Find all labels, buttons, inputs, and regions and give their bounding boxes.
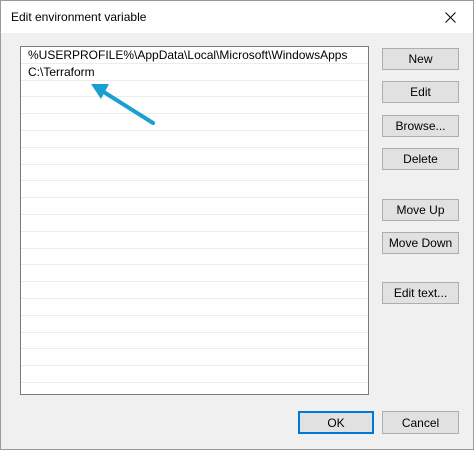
delete-button[interactable]: Delete: [382, 148, 459, 170]
move-down-button[interactable]: Move Down: [382, 232, 459, 254]
list-item-text: C:\Terraform: [28, 64, 95, 79]
empty-list-row: [21, 81, 368, 98]
empty-list-row: [21, 165, 368, 182]
path-entries-list[interactable]: %USERPROFILE%\AppData\Local\Microsoft\Wi…: [20, 46, 369, 395]
ok-button[interactable]: OK: [298, 411, 374, 434]
empty-list-row: [21, 316, 368, 333]
close-button[interactable]: [427, 1, 473, 33]
edit-environment-variable-dialog: Edit environment variable %USERPROFILE%\…: [0, 0, 474, 450]
list-item[interactable]: %USERPROFILE%\AppData\Local\Microsoft\Wi…: [21, 47, 368, 64]
cancel-button[interactable]: Cancel: [382, 411, 459, 434]
empty-list-row: [21, 333, 368, 350]
edit-button[interactable]: Edit: [382, 81, 459, 103]
empty-list-row: [21, 215, 368, 232]
empty-list-row: [21, 265, 368, 283]
empty-list-row: [21, 232, 368, 249]
empty-list-row: [21, 299, 368, 316]
move-up-button[interactable]: Move Up: [382, 199, 459, 221]
title-bar: Edit environment variable: [1, 1, 473, 33]
empty-list-row: [21, 97, 368, 115]
empty-list-row: [21, 181, 368, 199]
new-button[interactable]: New: [382, 48, 459, 70]
list-item-text: %USERPROFILE%\AppData\Local\Microsoft\Wi…: [28, 48, 348, 62]
empty-list-row: [21, 282, 368, 299]
empty-list-row: [21, 148, 368, 165]
empty-list-row: [21, 131, 368, 148]
close-icon: [444, 11, 456, 23]
empty-list-row: [21, 349, 368, 367]
empty-list-row: [21, 366, 368, 383]
edit-text-button[interactable]: Edit text...: [382, 282, 459, 304]
list-item[interactable]: C:\Terraform: [21, 64, 368, 81]
empty-list-row: [21, 114, 368, 131]
browse-button[interactable]: Browse...: [382, 115, 459, 137]
window-title: Edit environment variable: [11, 10, 147, 24]
empty-list-row: [21, 249, 368, 266]
empty-list-row: [21, 198, 368, 215]
